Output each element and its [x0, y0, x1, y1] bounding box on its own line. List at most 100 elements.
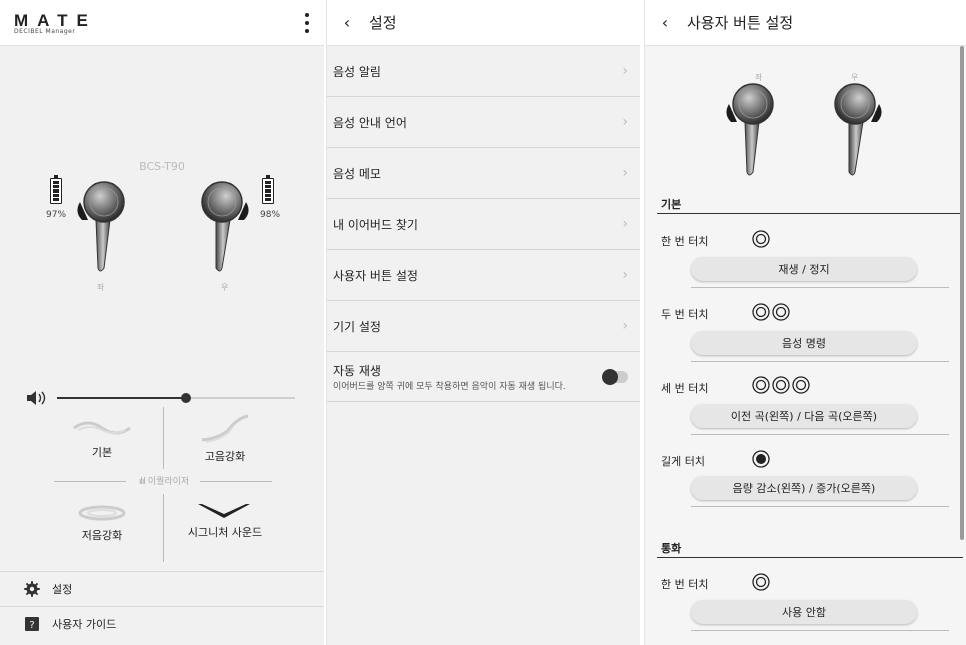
preset-bass-graphic[interactable] — [76, 502, 128, 524]
chevron-right-icon: › — [622, 216, 628, 232]
settings-item-label: 음성 메모 — [333, 166, 381, 181]
scrollbar[interactable] — [960, 46, 964, 540]
row-divider — [691, 287, 949, 288]
row-divider — [691, 434, 949, 435]
section-title-call: 통화 — [661, 542, 682, 555]
battery-segment — [53, 189, 59, 193]
settings-item-voice-language[interactable]: 음성 안내 언어 › — [327, 97, 640, 148]
menu-settings-label: 설정 — [52, 583, 73, 596]
left-battery-percent: 97% — [46, 210, 67, 220]
gesture-action-button[interactable]: 음량 감소(왼쪽) / 증가(오른쪽) — [691, 476, 917, 500]
menu-user-guide-label: 사용자 가이드 — [52, 618, 117, 631]
auto-play-toggle[interactable] — [602, 369, 628, 385]
back-button[interactable]: ‹ — [645, 13, 685, 32]
chevron-right-icon: › — [622, 165, 628, 181]
section-divider — [657, 213, 963, 214]
preset-treble-label[interactable]: 고음강화 — [160, 448, 290, 464]
gesture-action-button[interactable]: 음성 명령 — [691, 331, 917, 355]
volume-slider-fill — [57, 397, 186, 399]
settings-item-find-earbuds[interactable]: 내 이어버드 찾기 › — [327, 199, 640, 250]
settings-item-voice-alert[interactable]: 음성 알림 › — [327, 46, 640, 97]
device-model-name: BCS-T90 — [139, 160, 185, 173]
app-logo-subtitle: DECIBEL Manager — [14, 28, 76, 35]
left-battery-icon — [50, 175, 62, 204]
equalizer-title-text: 이퀄라이저 — [147, 477, 190, 487]
settings-item-label: 음성 알림 — [333, 64, 381, 79]
preset-signature-label[interactable]: 시그니처 사운드 — [160, 524, 290, 540]
battery-segment — [265, 180, 271, 185]
user-button-header: ‹ 사용자 버튼 설정 — [645, 0, 966, 46]
settings-item-label: 내 이어버드 찾기 — [333, 217, 418, 232]
preset-default-graphic[interactable] — [72, 418, 132, 438]
settings-item-voice-memo[interactable]: 음성 메모 › — [327, 148, 640, 199]
battery-segment — [265, 193, 271, 197]
back-button[interactable]: ‹ — [327, 13, 367, 32]
battery-segment — [53, 197, 59, 201]
row-divider — [691, 630, 949, 631]
single-tap-icon — [752, 573, 770, 591]
svg-text:?: ? — [29, 620, 34, 631]
battery-segment — [265, 185, 271, 189]
battery-segment — [265, 189, 271, 193]
right-earbud-image — [834, 83, 882, 176]
gesture-label: 한 번 터치 — [661, 578, 709, 591]
eq-divider-left — [54, 481, 126, 482]
gesture-action-button[interactable]: 이전 곡(왼쪽) / 다음 곡(오른쪽) — [691, 404, 917, 428]
single-tap-icon — [752, 230, 770, 248]
settings-panel: ‹ 설정 음성 알림 › 음성 안내 언어 › 음성 메모 › 내 이어버드 찾… — [326, 0, 640, 645]
chevron-right-icon: › — [622, 318, 628, 334]
menu-settings[interactable]: 설정 — [0, 571, 324, 606]
long-press-icon — [752, 450, 770, 468]
right-battery-percent: 98% — [260, 210, 281, 220]
app-header: MATE DECIBEL Manager — [0, 0, 324, 46]
user-button-panel: ‹ 사용자 버튼 설정 좌 우 기본 한 번 터치 재생 / 정지 두 번 터치… — [644, 0, 966, 645]
page-title: 설정 — [369, 14, 397, 32]
user-guide-icon: ? — [25, 617, 39, 631]
left-earbud-image — [77, 181, 125, 272]
chevron-right-icon: › — [622, 114, 628, 130]
row-divider — [691, 506, 949, 507]
right-earbud-label: 우 — [221, 283, 229, 292]
eq-divider-right — [200, 481, 272, 482]
auto-play-title: 자동 재생 — [333, 364, 381, 378]
more-options-icon[interactable] — [304, 13, 310, 33]
preset-default-label[interactable]: 기본 — [37, 444, 167, 460]
gear-icon — [24, 581, 40, 597]
volume-slider[interactable] — [57, 393, 295, 403]
page-title: 사용자 버튼 설정 — [687, 14, 794, 32]
settings-header: ‹ 설정 — [327, 0, 640, 46]
row-divider — [691, 361, 949, 362]
section-title-basic: 기본 — [661, 198, 682, 211]
menu-user-guide[interactable]: ? 사용자 가이드 — [0, 606, 324, 641]
preset-signature-graphic[interactable] — [196, 502, 252, 522]
double-tap-icon — [752, 303, 790, 321]
gesture-action-button[interactable]: 사용 안함 — [691, 600, 917, 624]
gesture-action-button[interactable]: 재생 / 정지 — [691, 257, 917, 281]
settings-item-user-button[interactable]: 사용자 버튼 설정 › — [327, 250, 640, 301]
equalizer-bars-icon: ılıl — [138, 477, 146, 487]
preset-bass-label[interactable]: 저음강화 — [37, 527, 167, 543]
battery-segment — [53, 193, 59, 197]
right-earbud-image — [201, 181, 249, 272]
settings-item-device[interactable]: 기기 설정 › — [327, 301, 640, 352]
settings-item-label: 음성 안내 언어 — [333, 115, 407, 130]
right-battery-icon — [262, 175, 274, 204]
settings-item-label: 기기 설정 — [333, 319, 381, 334]
preset-treble-graphic[interactable] — [200, 414, 250, 444]
gesture-label: 한 번 터치 — [661, 235, 709, 248]
chevron-right-icon: › — [622, 63, 628, 79]
volume-slider-thumb[interactable] — [180, 393, 191, 403]
triple-tap-icon — [752, 376, 810, 394]
volume-icon — [27, 391, 46, 405]
home-panel: MATE DECIBEL Manager BCS-T90 97% 98% 좌 우 — [0, 0, 324, 645]
battery-segment — [53, 180, 59, 185]
left-earbud-image — [726, 83, 774, 176]
battery-segment — [53, 185, 59, 189]
battery-segment — [265, 197, 271, 201]
gesture-label: 세 번 터치 — [661, 382, 709, 395]
gesture-label: 두 번 터치 — [661, 308, 709, 321]
equalizer-title: ılıl 이퀄라이저 — [124, 474, 204, 488]
left-earbud-label: 좌 — [97, 283, 105, 292]
settings-item-label: 사용자 버튼 설정 — [333, 268, 418, 283]
chevron-right-icon: › — [622, 267, 628, 283]
